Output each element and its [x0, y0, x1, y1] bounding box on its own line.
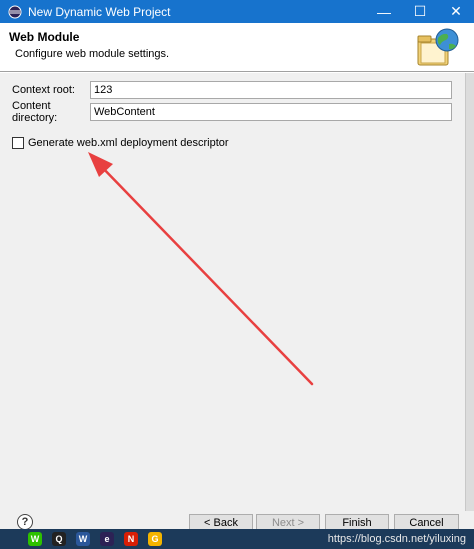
content-directory-label: Content directory:: [12, 100, 58, 124]
context-root-row: Context root: 123: [12, 81, 452, 99]
eclipse-icon: [8, 5, 22, 18]
context-root-input[interactable]: 123: [90, 81, 452, 99]
penguin-icon[interactable]: Q: [52, 532, 66, 546]
generate-web-xml-row: Generate web.xml deployment descriptor: [12, 137, 229, 149]
eclipse-icon[interactable]: e: [100, 532, 114, 546]
wechat-icon[interactable]: W: [28, 532, 42, 546]
page-description: Configure web module settings.: [15, 48, 170, 60]
generate-web-xml-checkbox[interactable]: [12, 137, 24, 149]
help-button[interactable]: ?: [17, 514, 33, 530]
background-window-edge: [465, 73, 474, 511]
os-taskbar: W Q W e N G https://blog.csdn.net/yiluxi…: [0, 529, 474, 549]
content-directory-row: Content directory: WebContent: [12, 100, 452, 124]
netease-music-icon[interactable]: N: [124, 532, 138, 546]
window-title: New Dynamic Web Project: [28, 4, 171, 19]
context-root-label: Context root:: [12, 84, 75, 96]
close-button[interactable]: ✕: [438, 0, 474, 23]
word-icon[interactable]: W: [76, 532, 90, 546]
wizard-header: Web Module Configure web module settings…: [0, 23, 474, 72]
web-folder-globe-icon: [417, 28, 459, 66]
minimize-button[interactable]: —: [366, 0, 402, 23]
maximize-button[interactable]: ☐: [402, 0, 438, 23]
title-bar: New Dynamic Web Project — ☐ ✕: [0, 0, 474, 23]
content-directory-input[interactable]: WebContent: [90, 103, 452, 121]
watermark-text: https://blog.csdn.net/yiluxing: [327, 533, 466, 545]
page-title: Web Module: [9, 30, 80, 44]
g-icon[interactable]: G: [148, 532, 162, 546]
generate-web-xml-label[interactable]: Generate web.xml deployment descriptor: [28, 137, 229, 149]
